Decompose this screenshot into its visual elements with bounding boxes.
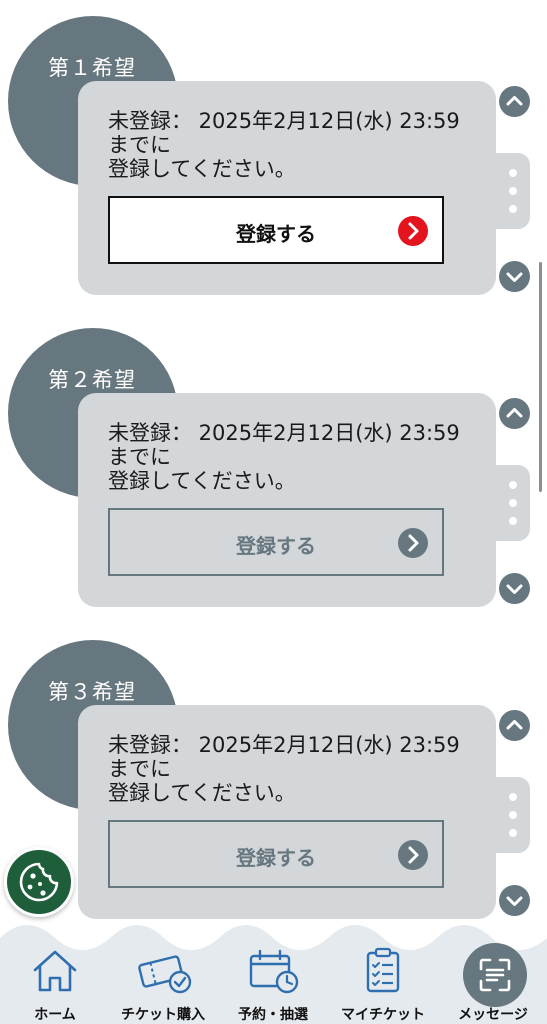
- chevron-down-icon[interactable]: [499, 885, 530, 916]
- status-line: までに: [108, 445, 171, 469]
- choice-2: 第２希望 未登録： 2025年2月12日(水) 23:59 までに 登録してくだ…: [0, 328, 547, 628]
- drag-handle[interactable]: [494, 777, 530, 853]
- status-line: までに: [108, 133, 171, 157]
- status-line: 未登録： 2025年2月12日(水) 23:59: [108, 421, 460, 445]
- chevron-right-icon: [398, 840, 428, 870]
- home-icon: [33, 950, 77, 992]
- nav-label: メッセージ: [458, 1007, 528, 1023]
- choice-title: 第３希望: [48, 680, 136, 704]
- choice-title: 第１希望: [48, 56, 136, 80]
- register-button-label: 登録する: [236, 534, 316, 558]
- register-button[interactable]: 登録する: [108, 508, 444, 576]
- status-line: 未登録： 2025年2月12日(水) 23:59: [108, 733, 460, 757]
- nav-reservation-lottery[interactable]: 予約・抽選: [218, 940, 328, 1024]
- nav-home[interactable]: ホーム: [0, 940, 110, 1024]
- chevron-up-icon[interactable]: [499, 398, 530, 429]
- register-button[interactable]: 登録する: [108, 820, 444, 888]
- chevron-down-icon[interactable]: [499, 573, 530, 604]
- choice-3: 第３希望 未登録： 2025年2月12日(水) 23:59 までに 登録してくだ…: [0, 640, 547, 940]
- status-line: 登録してください。: [108, 781, 296, 805]
- chevron-right-icon: [398, 528, 428, 558]
- register-button-label: 登録する: [236, 222, 316, 246]
- drag-handle[interactable]: [494, 153, 530, 229]
- nav-label: チケット購入: [121, 1007, 205, 1023]
- drag-handle[interactable]: [494, 465, 530, 541]
- status-text: 未登録： 2025年2月12日(水) 23:59 までに 登録してください。: [108, 733, 460, 805]
- chevron-right-icon: [398, 216, 428, 246]
- ticket-check-icon: [138, 955, 192, 994]
- status-line: までに: [108, 757, 171, 781]
- cookie-settings-button[interactable]: [4, 847, 74, 917]
- clipboard-list-icon: [366, 947, 400, 993]
- chevron-up-icon[interactable]: [499, 86, 530, 117]
- choice-card: 未登録： 2025年2月12日(水) 23:59 までに 登録してください。 登…: [78, 393, 496, 607]
- cookie-icon: [19, 862, 59, 902]
- chevron-down-icon[interactable]: [499, 261, 530, 292]
- choice-card: 未登録： 2025年2月12日(水) 23:59 までに 登録してください。 登…: [78, 81, 496, 295]
- status-line: 未登録： 2025年2月12日(水) 23:59: [108, 109, 460, 133]
- status-line: 登録してください。: [108, 469, 296, 493]
- register-button-label: 登録する: [236, 846, 316, 870]
- nav-message[interactable]: メッセージ: [438, 940, 547, 1024]
- nav-label: 予約・抽選: [238, 1007, 308, 1023]
- status-text: 未登録： 2025年2月12日(水) 23:59 までに 登録してください。: [108, 109, 460, 181]
- calendar-clock-icon: [249, 949, 299, 994]
- nav-label: マイチケット: [341, 1007, 425, 1023]
- choice-title: 第２希望: [48, 368, 136, 392]
- status-line: 登録してください。: [108, 157, 296, 181]
- register-button[interactable]: 登録する: [108, 196, 444, 264]
- nav-label: ホーム: [34, 1007, 76, 1023]
- nav-my-ticket[interactable]: マイチケット: [328, 940, 438, 1024]
- chevron-up-icon[interactable]: [499, 710, 530, 741]
- status-text: 未登録： 2025年2月12日(水) 23:59 までに 登録してください。: [108, 421, 460, 493]
- choice-1: 第１希望 未登録： 2025年2月12日(水) 23:59 までに 登録してくだ…: [0, 16, 547, 316]
- nav-ticket-purchase[interactable]: チケット購入: [108, 940, 218, 1024]
- choice-card: 未登録： 2025年2月12日(水) 23:59 までに 登録してください。 登…: [78, 705, 496, 919]
